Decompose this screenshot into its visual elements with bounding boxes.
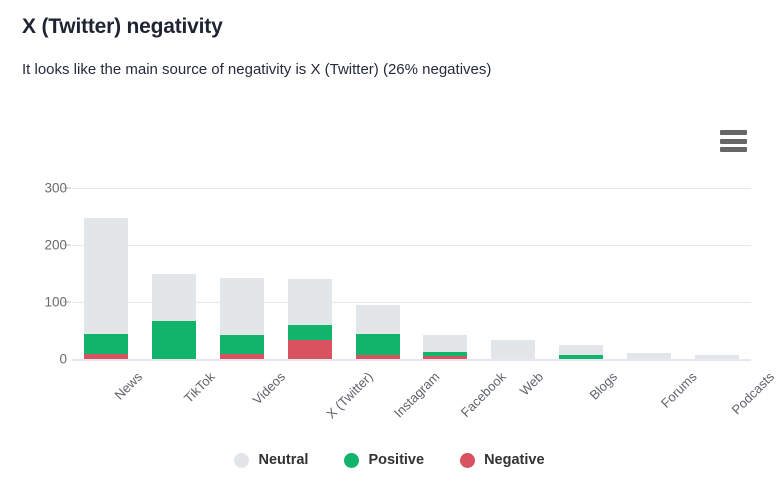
plot-area: 0 100 200 300 News TikTok Videos X (Twitter) Ins… (44, 177, 777, 422)
bar-segment-neutral[interactable] (83, 217, 128, 334)
x-axis-label: News (111, 369, 146, 403)
bar-segment-positive[interactable] (559, 355, 604, 359)
bar-segment-neutral[interactable] (695, 355, 740, 359)
bar-segment-neutral[interactable] (559, 344, 604, 356)
bar-segment-negative[interactable] (219, 354, 264, 359)
x-axis-label: Videos (249, 369, 288, 408)
bar-group[interactable] (355, 177, 400, 359)
x-axis-label: X (Twitter) (322, 369, 376, 422)
bar-group[interactable] (287, 177, 332, 359)
legend-swatch-icon (460, 452, 476, 468)
bar-segment-neutral[interactable] (491, 340, 536, 359)
legend-item[interactable]: Negative (460, 452, 545, 468)
legend-label: Positive (368, 452, 425, 468)
bar-group[interactable] (559, 177, 604, 359)
legend-label: Negative (484, 452, 545, 468)
legend-swatch-icon (344, 452, 360, 468)
bar-segment-neutral[interactable] (627, 352, 672, 359)
bar-group[interactable] (695, 177, 740, 359)
bar-segment-positive[interactable] (151, 321, 196, 359)
bar-group[interactable] (219, 177, 264, 359)
chart-plot: 0 100 200 300 News TikTok Videos X (Twitter) Ins… (0, 0, 779, 500)
y-axis-label: 100 (44, 294, 67, 310)
bar-group[interactable] (491, 177, 536, 359)
bar-group[interactable] (83, 177, 128, 359)
x-axis-label: Instagram (390, 369, 442, 421)
bar-segment-negative[interactable] (83, 353, 128, 359)
bar-segment-positive[interactable] (287, 325, 332, 340)
x-axis-label: TikTok (180, 369, 218, 406)
chart-card: X (Twitter) negativity It looks like the… (0, 0, 779, 500)
bar-segment-neutral[interactable] (355, 304, 400, 334)
y-axis-label: 200 (44, 237, 67, 253)
bar-group[interactable] (627, 177, 672, 359)
bar-group[interactable] (423, 177, 468, 359)
bar-segment-negative[interactable] (287, 339, 332, 359)
bar-segment-negative[interactable] (355, 355, 400, 359)
bar-segment-neutral[interactable] (151, 273, 196, 322)
legend-label: Neutral (258, 452, 309, 468)
gridline (72, 359, 751, 360)
x-axis-label: Blogs (586, 369, 621, 403)
y-axis-label: 0 (59, 351, 67, 367)
bar-segment-positive[interactable] (219, 335, 264, 355)
x-axis-label: Podcasts (728, 369, 778, 418)
chart-legend: Neutral Positive Negative (0, 452, 779, 468)
bar-segment-neutral[interactable] (219, 277, 264, 336)
bar-segment-negative[interactable] (423, 356, 468, 359)
bar-segment-neutral[interactable] (287, 279, 332, 326)
y-axis-label: 300 (44, 180, 67, 196)
x-axis-label: Facebook (458, 369, 510, 420)
x-axis-label: Forums (658, 369, 700, 411)
legend-item[interactable]: Neutral (234, 452, 308, 468)
bar-segment-neutral[interactable] (423, 335, 468, 353)
bar-segment-positive[interactable] (423, 352, 468, 357)
bar-group[interactable] (151, 177, 196, 359)
bar-segment-positive[interactable] (355, 334, 400, 356)
bar-segment-positive[interactable] (83, 333, 128, 354)
x-axis-label: Web (517, 369, 547, 399)
legend-swatch-icon (234, 452, 250, 468)
legend-item[interactable]: Positive (344, 452, 424, 468)
